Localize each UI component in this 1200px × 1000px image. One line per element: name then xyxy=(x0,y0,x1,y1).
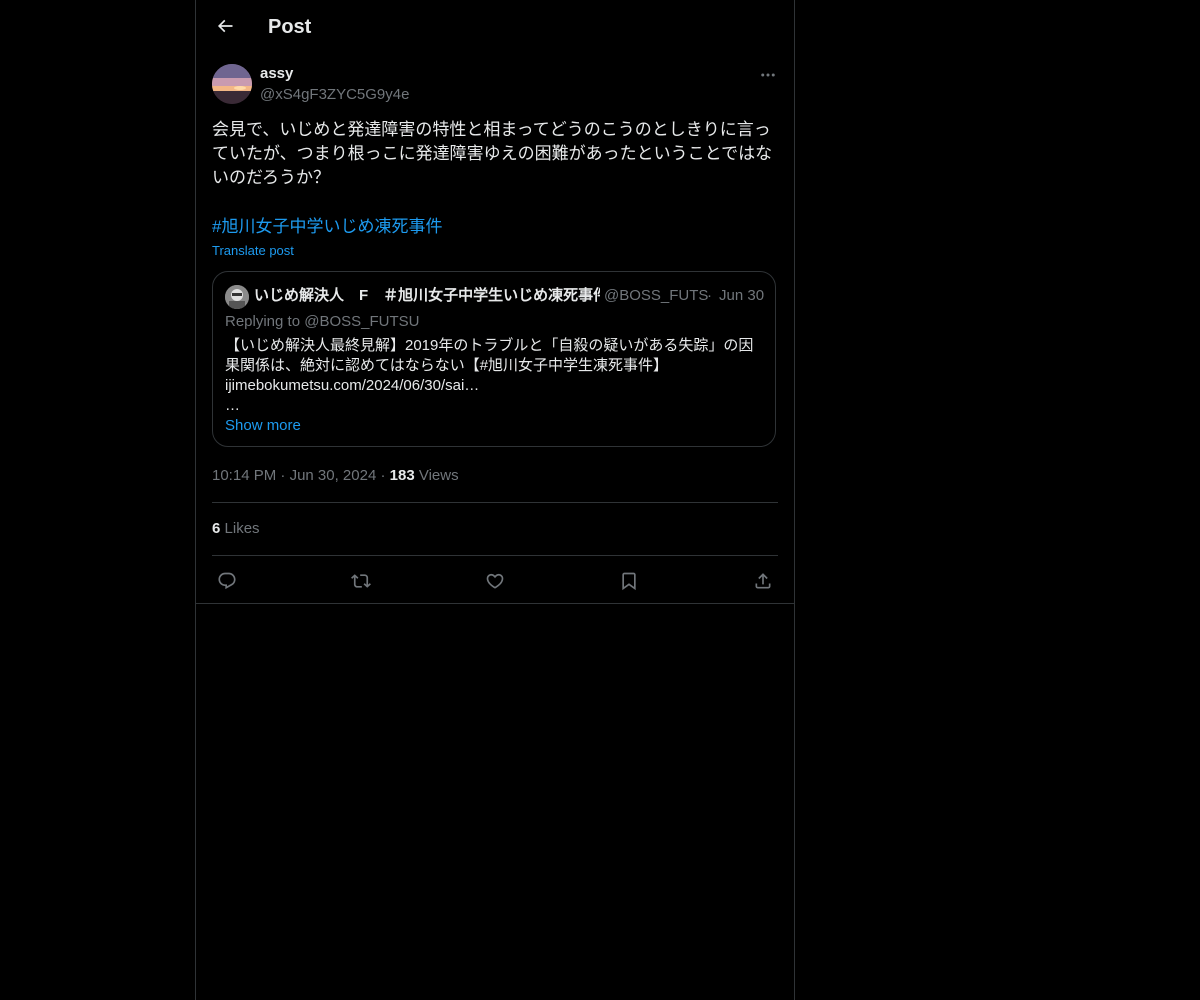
divider xyxy=(212,502,778,503)
top-bar: Post xyxy=(196,0,794,53)
heart-icon xyxy=(485,571,505,591)
author-avatar[interactable] xyxy=(212,64,252,104)
share-button[interactable] xyxy=(746,564,780,598)
post-text: 会見で、いじめと発達障害の特性と相まってどうのこうのとしきりに言っていたが、つま… xyxy=(212,120,773,187)
views-label: Views xyxy=(418,467,459,484)
likes-count: 6 xyxy=(212,520,221,537)
quoted-show-more-link[interactable]: Show more xyxy=(225,416,301,436)
likes-stat[interactable]: 6 Likes xyxy=(212,519,260,539)
likes-label: Likes xyxy=(224,520,260,537)
post-hashtag-link[interactable]: #旭川女子中学いじめ凍死事件 xyxy=(212,215,442,239)
quoted-text: 【いじめ解決人最終見解】2019年のトラブルと「自殺の疑いがある失踪」の因果関係… xyxy=(225,337,754,414)
reply-icon xyxy=(217,571,237,591)
quoted-post[interactable]: いじめ解決人 F ＃旭川女子中学生いじめ凍死事件 @BOSS_FUTS · Ju… xyxy=(212,271,776,447)
bookmark-button[interactable] xyxy=(612,564,646,598)
reply-button[interactable] xyxy=(210,564,244,598)
meta-separator: · xyxy=(380,467,386,484)
like-button[interactable] xyxy=(478,564,512,598)
views-count: 183 xyxy=(389,467,415,484)
repost-button[interactable] xyxy=(344,564,378,598)
post-time[interactable]: 10:14 PM xyxy=(212,467,276,484)
author-display-name[interactable]: assy xyxy=(260,64,293,84)
more-horizontal-icon xyxy=(759,66,777,84)
page-title: Post xyxy=(268,16,312,38)
arrow-left-icon xyxy=(215,16,235,36)
meta-separator: · xyxy=(280,467,286,484)
author-handle[interactable]: @xS4gF3ZYC5G9y4e xyxy=(260,85,409,105)
quoted-replying-to: Replying to @BOSS_FUTSU xyxy=(225,313,420,330)
bookmark-icon xyxy=(619,571,639,591)
post-date[interactable]: Jun 30, 2024 xyxy=(290,467,377,484)
post-meta: 10:14 PM · Jun 30, 2024 · 183 Views xyxy=(212,466,459,486)
share-icon xyxy=(753,571,773,591)
translate-post-link[interactable]: Translate post xyxy=(212,242,294,260)
quoted-date: Jun 30 xyxy=(719,287,765,304)
quoted-display-name: いじめ解決人 F ＃旭川女子中学生いじめ凍死事件 xyxy=(254,287,600,304)
back-button[interactable] xyxy=(208,9,242,43)
more-options-button[interactable] xyxy=(754,64,782,86)
quoted-author-avatar xyxy=(225,285,249,309)
divider xyxy=(212,555,778,556)
divider xyxy=(196,603,794,604)
quoted-separator: · xyxy=(707,287,712,304)
post-detail-column: Post assy @xS4gF3ZYC5G9y4e 会見で、いじめと発達障害の… xyxy=(195,0,795,1000)
repost-icon xyxy=(351,571,371,591)
quoted-handle: @BOSS_FUTS xyxy=(604,287,709,304)
